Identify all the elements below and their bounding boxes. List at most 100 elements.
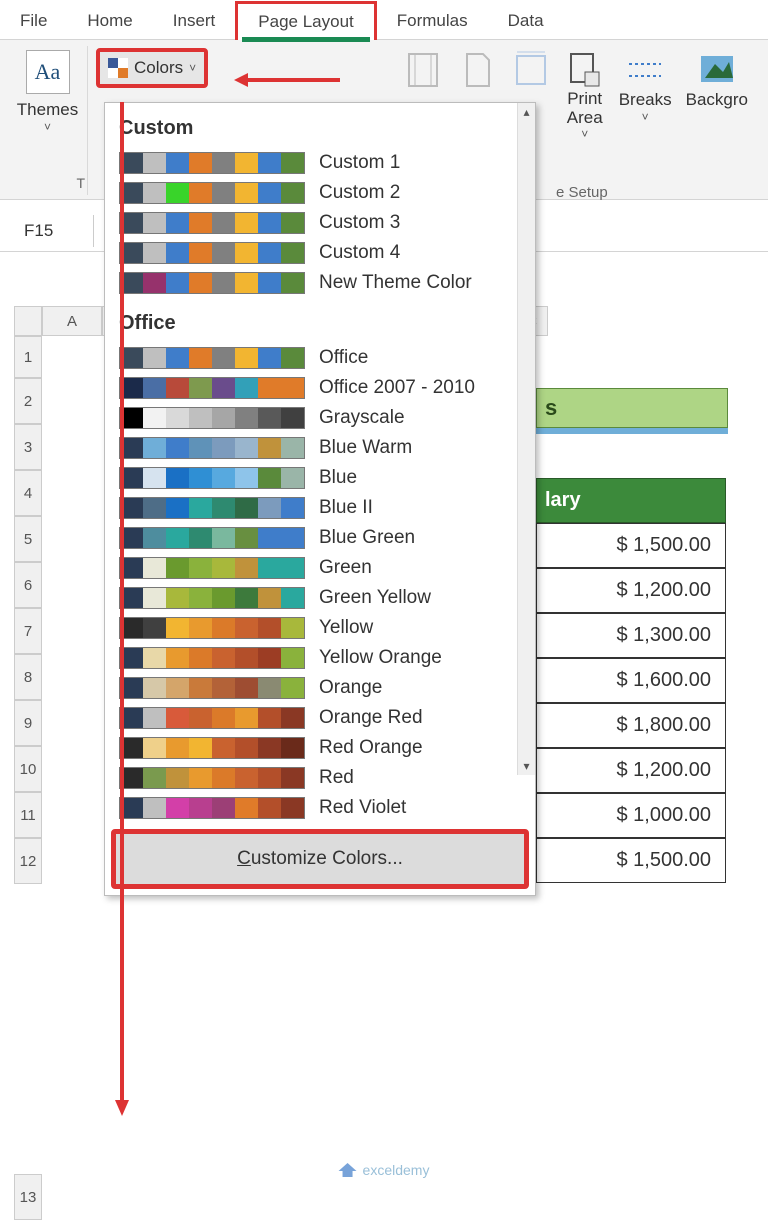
name-box[interactable]: F15 (14, 215, 94, 247)
theme-color-item[interactable]: Orange (105, 673, 535, 703)
theme-color-item[interactable]: Custom 1 (105, 148, 535, 178)
theme-color-label: Custom 2 (319, 182, 400, 204)
themes-icon: Aa (26, 50, 70, 94)
theme-color-item[interactable]: Orange Red (105, 703, 535, 733)
tab-file[interactable]: File (0, 3, 67, 39)
row-header[interactable]: 9 (14, 700, 42, 746)
ribbon-tab-bar: File Home Insert Page Layout Formulas Da… (0, 0, 768, 40)
theme-color-item[interactable]: Custom 4 (105, 238, 535, 268)
theme-color-item[interactable]: Custom 2 (105, 178, 535, 208)
row-header[interactable]: 5 (14, 516, 42, 562)
colors-icon (108, 58, 128, 78)
theme-color-label: Yellow Orange (319, 647, 442, 669)
theme-color-item[interactable]: Green Yellow (105, 583, 535, 613)
theme-color-item[interactable]: Red Orange (105, 733, 535, 763)
theme-color-item[interactable]: Blue Green (105, 523, 535, 553)
chevron-down-icon: ˅ (189, 61, 196, 75)
customize-colors-label-rest: ustomize Colors... (251, 848, 403, 869)
row-header[interactable]: 8 (14, 654, 42, 700)
row-header[interactable]: 3 (14, 424, 42, 470)
chevron-down-icon: ˅ (642, 110, 649, 124)
color-swatches (119, 647, 305, 669)
salary-cell[interactable]: $ 1,000.00 (536, 793, 726, 838)
colors-button[interactable]: Colors ˅ (96, 48, 208, 88)
theme-color-label: Yellow (319, 617, 373, 639)
theme-color-label: Office 2007 - 2010 (319, 377, 475, 399)
theme-color-item[interactable]: Blue (105, 463, 535, 493)
size-button[interactable] (505, 46, 557, 94)
color-swatches (119, 407, 305, 429)
breaks-label: Breaks (619, 90, 672, 110)
scroll-up-icon[interactable]: ▴ (518, 103, 535, 121)
color-swatches (119, 272, 305, 294)
theme-color-label: Custom 3 (319, 212, 400, 234)
salary-cell[interactable]: $ 1,800.00 (536, 703, 726, 748)
tab-page-layout[interactable]: Page Layout (235, 1, 376, 40)
salary-cell[interactable]: $ 1,600.00 (536, 658, 726, 703)
color-swatches (119, 797, 305, 819)
row-header[interactable]: 7 (14, 608, 42, 654)
background-button[interactable]: Backgro (680, 46, 754, 114)
theme-color-item[interactable]: Red (105, 763, 535, 793)
color-swatches (119, 557, 305, 579)
color-swatches (119, 182, 305, 204)
row-header[interactable]: 2 (14, 378, 42, 424)
salary-cell[interactable]: $ 1,300.00 (536, 613, 726, 658)
row-header[interactable]: 13 (14, 1174, 42, 1220)
theme-color-label: Custom 4 (319, 242, 400, 264)
color-swatches (119, 152, 305, 174)
customize-colors-button[interactable]: Customize Colors... (111, 829, 529, 889)
theme-color-label: Green Yellow (319, 587, 431, 609)
theme-color-item[interactable]: Red Violet (105, 793, 535, 823)
theme-color-label: Blue Warm (319, 437, 412, 459)
dd-section-office: Office (105, 306, 535, 343)
row-header[interactable]: 11 (14, 792, 42, 838)
customize-colors-label: C (237, 848, 251, 869)
scroll-down-icon[interactable]: ▾ (518, 757, 535, 775)
tab-insert[interactable]: Insert (153, 3, 236, 39)
theme-color-item[interactable]: Office 2007 - 2010 (105, 373, 535, 403)
theme-color-item[interactable]: Office (105, 343, 535, 373)
size-icon (511, 50, 551, 90)
breaks-button[interactable]: Breaks ˅ (613, 46, 678, 128)
theme-color-item[interactable]: Blue Warm (105, 433, 535, 463)
print-area-label: Print Area (567, 90, 603, 127)
salary-cell[interactable]: $ 1,500.00 (536, 523, 726, 568)
theme-color-item[interactable]: Yellow (105, 613, 535, 643)
row-header[interactable]: 12 (14, 838, 42, 884)
color-swatches (119, 587, 305, 609)
tab-formulas[interactable]: Formulas (377, 3, 488, 39)
color-swatches (119, 497, 305, 519)
theme-color-item[interactable]: New Theme Color (105, 268, 535, 298)
theme-color-label: Red (319, 767, 354, 789)
theme-color-label: Red Orange (319, 737, 423, 759)
tab-data[interactable]: Data (488, 3, 564, 39)
salary-cell[interactable]: $ 1,500.00 (536, 838, 726, 883)
row-header[interactable]: 6 (14, 562, 42, 608)
theme-color-label: Blue (319, 467, 357, 489)
salary-cell[interactable]: $ 1,200.00 (536, 568, 726, 613)
color-swatches (119, 767, 305, 789)
select-all-corner[interactable] (14, 306, 42, 336)
print-area-button[interactable]: Print Area ˅ (559, 46, 611, 145)
margins-button[interactable] (397, 46, 449, 94)
theme-color-item[interactable]: Green (105, 553, 535, 583)
theme-color-item[interactable]: Blue II (105, 493, 535, 523)
color-swatches (119, 242, 305, 264)
theme-color-item[interactable]: Custom 3 (105, 208, 535, 238)
theme-color-item[interactable]: Grayscale (105, 403, 535, 433)
theme-color-label: Red Violet (319, 797, 406, 819)
row-header[interactable]: 1 (14, 336, 42, 378)
col-header-a[interactable]: A (42, 306, 102, 336)
tab-home[interactable]: Home (67, 3, 152, 39)
color-swatches (119, 347, 305, 369)
salary-cell[interactable]: $ 1,200.00 (536, 748, 726, 793)
color-swatches (119, 467, 305, 489)
dropdown-scrollbar[interactable]: ▴ ▾ (517, 103, 535, 775)
row-header[interactable]: 4 (14, 470, 42, 516)
row-header[interactable]: 10 (14, 746, 42, 792)
theme-color-item[interactable]: Yellow Orange (105, 643, 535, 673)
themes-button[interactable]: Aa Themes ˅ (11, 46, 84, 138)
orientation-button[interactable] (451, 46, 503, 94)
theme-color-label: Office (319, 347, 368, 369)
